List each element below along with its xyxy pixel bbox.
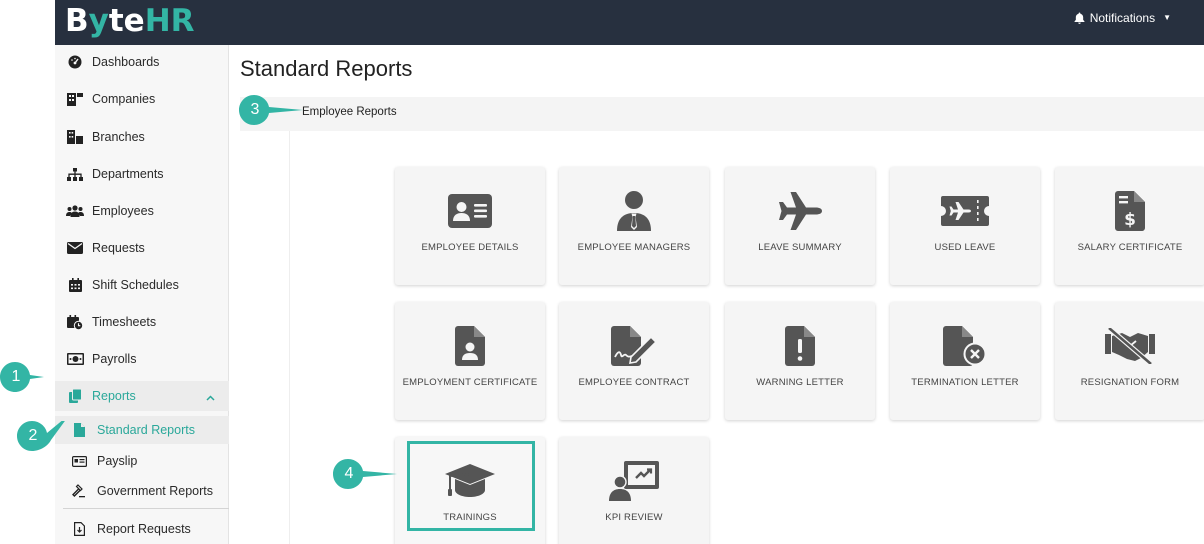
file-download-icon: [69, 522, 89, 536]
report-card-employee-details[interactable]: Employee Details: [395, 167, 545, 285]
report-card-label: Trainings: [443, 512, 497, 523]
sidebar-item-label: Timesheets: [92, 315, 157, 329]
report-card-trainings[interactable]: Trainings: [395, 437, 545, 544]
notifications-dropdown[interactable]: Notifications ▼: [1074, 10, 1171, 26]
callout-marker-4: 4: [333, 459, 397, 489]
no-handshake-icon: [1055, 326, 1204, 366]
sidebar-subitem-government-reports[interactable]: Government Reports: [55, 477, 229, 505]
top-navbar: ByteHR Notifications ▼: [55, 0, 1204, 45]
callout-number: 2: [28, 427, 38, 444]
sidebar-item-label: Payslip: [97, 454, 138, 468]
address-card-icon: [395, 191, 545, 231]
report-card-label: KPI Review: [605, 512, 663, 523]
notifications-label: Notifications: [1089, 11, 1156, 25]
file-signature-icon: [559, 326, 709, 366]
sidebar-item-label: Shift Schedules: [92, 278, 179, 292]
sidebar-item-label: Requests: [92, 241, 145, 255]
report-card-label: Employment Certificate: [402, 377, 538, 388]
bell-icon: [1074, 12, 1085, 24]
sidebar-item-label: Departments: [92, 167, 164, 181]
callout-number: 4: [344, 465, 354, 482]
sidebar: Dashboards Companies Branches Department…: [55, 45, 229, 544]
sidebar-subitem-report-requests[interactable]: Report Requests: [55, 515, 229, 543]
callout-number: 1: [11, 368, 21, 385]
sidebar-item-timesheets[interactable]: Timesheets: [55, 307, 229, 337]
money-icon: [65, 353, 85, 365]
sidebar-item-label: Companies: [92, 92, 156, 106]
report-card-resignation-form[interactable]: Resignation Form: [1055, 302, 1204, 420]
report-card-label: Termination Letter: [911, 377, 1019, 388]
report-card-employment-certificate[interactable]: Employment Certificate: [395, 302, 545, 420]
callout-marker-2: 2: [17, 421, 65, 451]
file-invoice-dollar-icon: $: [1055, 191, 1204, 231]
building-icon: [65, 92, 85, 106]
sidebar-item-label: Reports: [92, 389, 136, 403]
envelope-icon: [65, 242, 85, 254]
report-card-label: Warning Letter: [756, 377, 844, 388]
sidebar-divider: [63, 508, 229, 509]
dashboard-icon: [65, 55, 85, 69]
report-card-salary-certificate[interactable]: $ Salary Certificate: [1055, 167, 1204, 285]
copy-icon: [65, 389, 85, 403]
sidebar-item-label: Standard Reports: [97, 423, 195, 437]
report-card-employee-contract[interactable]: Employee Contract: [559, 302, 709, 420]
report-card-label: Salary Certificate: [1077, 242, 1183, 253]
calendar-icon: [65, 278, 85, 292]
report-card-leave-summary[interactable]: Leave Summary: [725, 167, 875, 285]
report-card-used-leave[interactable]: Used Leave: [890, 167, 1040, 285]
sidebar-item-label: Payrolls: [92, 352, 137, 366]
sidebar-item-companies[interactable]: Companies: [55, 84, 229, 114]
gavel-icon: [69, 484, 89, 498]
calendar-clock-icon: [65, 314, 85, 330]
sidebar-item-departments[interactable]: Departments: [55, 159, 229, 189]
sidebar-item-label: Dashboards: [92, 55, 160, 69]
report-card-label: Used Leave: [934, 242, 996, 253]
sidebar-item-label: Report Requests: [97, 522, 191, 536]
report-card-label: Employee Managers: [577, 242, 691, 253]
sidebar-item-reports[interactable]: Reports: [55, 381, 229, 411]
chevron-up-icon[interactable]: [206, 390, 215, 404]
report-card-termination-letter[interactable]: Termination Letter: [890, 302, 1040, 420]
sidebar-subitem-payslip[interactable]: Payslip: [55, 447, 229, 475]
file-exclamation-icon: [725, 326, 875, 366]
chalkboard-teacher-icon: [559, 461, 709, 501]
branches-icon: [65, 130, 85, 144]
sidebar-item-payrolls[interactable]: Payrolls: [55, 344, 229, 374]
bytehr-logo[interactable]: ByteHR: [65, 3, 195, 39]
page: ByteHR Notifications ▼ Dashboards Compan…: [0, 0, 1204, 544]
sidebar-item-shift-schedules[interactable]: Shift Schedules: [55, 270, 229, 300]
sitemap-icon: [65, 167, 85, 181]
report-card-label: Employee Contract: [578, 377, 690, 388]
callout-marker-1: 1: [0, 362, 44, 392]
sidebar-item-label: Employees: [92, 204, 154, 218]
sidebar-item-requests[interactable]: Requests: [55, 233, 229, 263]
report-card-kpi-review[interactable]: KPI Review: [559, 437, 709, 544]
sidebar-item-employees[interactable]: Employees: [55, 196, 229, 226]
report-card-warning-letter[interactable]: Warning Letter: [725, 302, 875, 420]
caret-down-icon: ▼: [1163, 13, 1171, 22]
sidebar-item-branches[interactable]: Branches: [55, 122, 229, 152]
svg-text:$: $: [1124, 210, 1136, 230]
page-title: Standard Reports: [240, 56, 413, 81]
graduation-cap-icon: [395, 461, 545, 501]
report-card-label: Employee Details: [421, 242, 519, 253]
callout-number: 3: [250, 101, 260, 118]
ticket-plane-icon: [890, 191, 1040, 231]
sidebar-item-dashboards[interactable]: Dashboards: [55, 47, 229, 77]
callout-marker-3: 3: [239, 95, 303, 125]
report-card-label: Resignation Form: [1080, 377, 1180, 388]
sidebar-item-label: Branches: [92, 130, 145, 144]
report-card-employee-managers[interactable]: Employee Managers: [559, 167, 709, 285]
report-card-label: Leave Summary: [758, 242, 842, 253]
plane-icon: [725, 191, 875, 231]
sidebar-subitem-standard-reports[interactable]: Standard Reports: [55, 416, 229, 444]
file-user-icon: [395, 326, 545, 366]
user-tie-icon: [559, 191, 709, 231]
file-times-icon: [890, 326, 1040, 366]
users-icon: [65, 205, 85, 217]
section-title: Employee Reports: [302, 106, 397, 118]
sidebar-item-label: Government Reports: [97, 484, 214, 498]
